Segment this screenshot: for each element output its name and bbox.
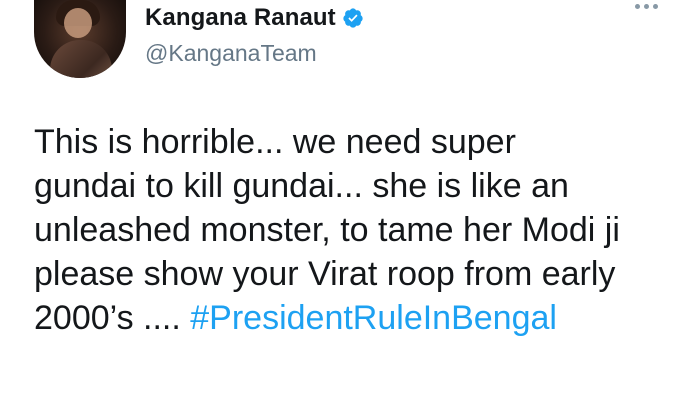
more-dot: [653, 4, 658, 9]
author-display-name[interactable]: Kangana Ranaut: [145, 4, 336, 32]
avatar-body: [50, 40, 112, 78]
tweet-text-line: This is horrible... we need super: [34, 123, 516, 161]
tweet-text: This is horrible... we need super gundai…: [34, 120, 674, 340]
verified-badge-icon: [342, 7, 364, 29]
tweet-text-line: please show your Virat roop from early: [34, 255, 616, 293]
avatar[interactable]: [34, 0, 126, 78]
tweet-text-line: gundai to kill gundai... she is like an: [34, 167, 569, 205]
author-handle[interactable]: @KanganaTeam: [145, 40, 317, 67]
author-name-row: Kangana Ranaut: [145, 4, 364, 32]
tweet-text-line: unleashed monster, to tame her Modi ji: [34, 211, 620, 249]
more-dot: [644, 4, 649, 9]
hashtag-link[interactable]: #PresidentRuleInBengal: [190, 299, 557, 337]
tweet-card: Kangana Ranaut @KanganaTeam This is horr…: [0, 0, 698, 403]
tweet-text-prefix: 2000’s ....: [34, 299, 191, 337]
avatar-face: [64, 8, 92, 38]
more-options-icon[interactable]: [635, 4, 658, 9]
more-dot: [635, 4, 640, 9]
tweet-text-last-line: 2000’s .... #PresidentRuleInBengal: [34, 296, 674, 340]
